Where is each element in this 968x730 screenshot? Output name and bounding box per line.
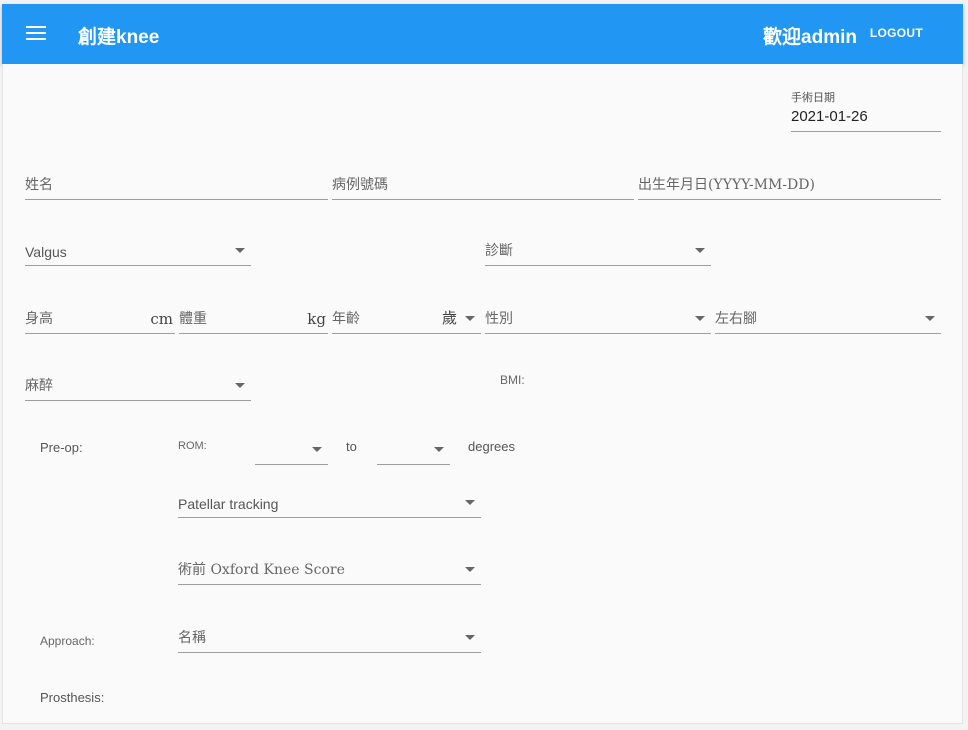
chevron-down-icon xyxy=(465,635,475,640)
hamburger-menu-icon[interactable] xyxy=(26,26,46,42)
birthdate-placeholder: 出生年月日(YYYY-MM-DD) xyxy=(638,177,815,193)
birthdate-field[interactable]: 出生年月日(YYYY-MM-DD) xyxy=(638,164,941,200)
patellar-tracking-select[interactable]: Patellar tracking xyxy=(178,482,481,518)
bmi-label: BMI: xyxy=(500,373,525,387)
surgery-date-label: 手術日期 xyxy=(791,92,835,104)
approach-select[interactable]: 名稱 xyxy=(178,617,481,653)
anesthesia-placeholder: 麻醉 xyxy=(25,378,53,394)
diagnosis-placeholder: 診斷 xyxy=(485,243,513,259)
gender-select[interactable]: 性別 xyxy=(485,298,711,334)
page-title: 創建knee xyxy=(78,27,160,48)
rom-label: ROM: xyxy=(178,440,207,452)
chevron-down-icon xyxy=(235,383,245,388)
height-unit: cm xyxy=(150,310,173,328)
chevron-down-icon xyxy=(695,248,705,253)
chevron-down-icon xyxy=(465,500,475,505)
side-placeholder: 左右腳 xyxy=(715,311,757,327)
surgery-date-field[interactable]: 2021-01-26 xyxy=(791,104,941,132)
chevron-down-icon xyxy=(235,248,245,253)
chevron-down-icon xyxy=(312,447,322,452)
deformity-value: Valgus xyxy=(25,244,67,260)
rom-end-select[interactable] xyxy=(377,429,450,465)
rom-to-label: to xyxy=(346,439,357,454)
form-panel: 手術日期 2021-01-26 姓名 病例號碼 出生年月日(YYYY-MM-DD… xyxy=(2,64,963,724)
gender-placeholder: 性別 xyxy=(485,311,513,327)
name-placeholder: 姓名 xyxy=(25,177,53,193)
oxford-score-select[interactable]: 術前 Oxford Knee Score xyxy=(178,549,481,585)
deformity-select[interactable]: Valgus xyxy=(25,230,251,266)
approach-placeholder: 名稱 xyxy=(178,630,206,646)
approach-label: Approach: xyxy=(40,634,95,648)
age-unit: 歲 xyxy=(441,309,457,327)
chevron-down-icon xyxy=(434,447,444,452)
welcome-text: 歡迎admin xyxy=(763,27,857,48)
app-bar: 創建knee 歡迎admin LOGOUT xyxy=(2,4,963,64)
chevron-down-icon xyxy=(925,316,935,321)
height-field[interactable]: 身高 cm xyxy=(25,298,175,334)
diagnosis-select[interactable]: 診斷 xyxy=(485,230,711,266)
logout-button[interactable]: LOGOUT xyxy=(870,26,923,40)
age-select[interactable]: 年齡 歲 xyxy=(332,298,481,334)
height-placeholder: 身高 xyxy=(25,311,53,327)
side-select[interactable]: 左右腳 xyxy=(715,298,941,334)
age-placeholder: 年齡 xyxy=(332,311,360,327)
rom-start-select[interactable] xyxy=(255,429,328,465)
weight-field[interactable]: 體重 kg xyxy=(179,298,328,334)
name-field[interactable]: 姓名 xyxy=(25,164,328,200)
chevron-down-icon xyxy=(465,316,475,321)
degrees-label: degrees xyxy=(468,439,515,454)
case-number-field[interactable]: 病例號碼 xyxy=(332,164,634,200)
preop-label: Pre-op: xyxy=(40,440,83,455)
weight-unit: kg xyxy=(307,310,326,328)
chevron-down-icon xyxy=(695,316,705,321)
weight-placeholder: 體重 xyxy=(179,311,207,327)
case-number-placeholder: 病例號碼 xyxy=(332,177,388,193)
prosthesis-label: Prosthesis: xyxy=(40,690,105,705)
anesthesia-select[interactable]: 麻醉 xyxy=(25,365,251,401)
surgery-date-value: 2021-01-26 xyxy=(791,108,868,125)
patellar-tracking-placeholder: Patellar tracking xyxy=(178,496,279,512)
oxford-score-placeholder: 術前 Oxford Knee Score xyxy=(178,562,345,578)
chevron-down-icon xyxy=(465,567,475,572)
